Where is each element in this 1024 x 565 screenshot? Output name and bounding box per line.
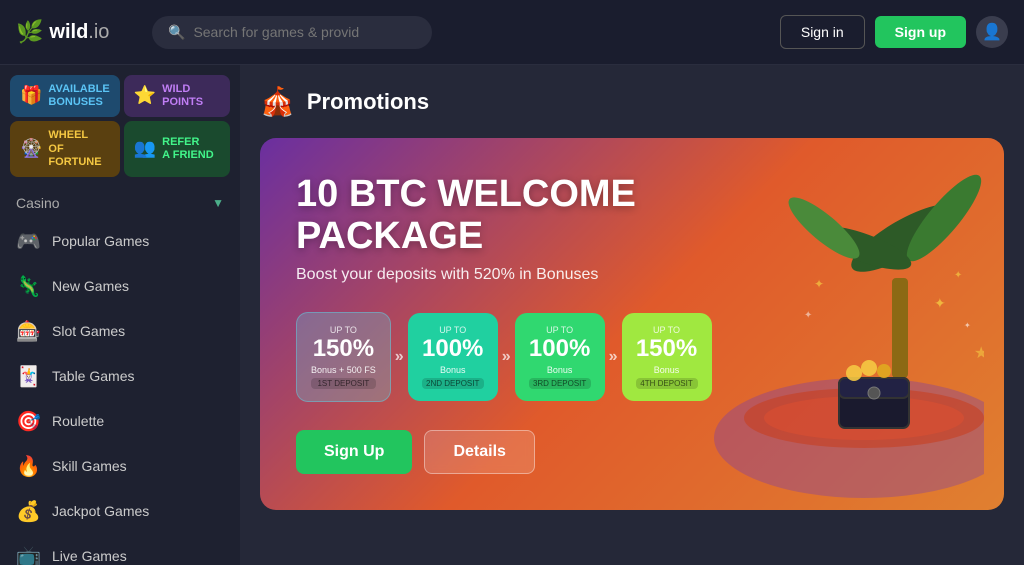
table-games-icon: 🃏 bbox=[16, 364, 40, 389]
header: 🌿 wild.io 🔍 Sign in Sign up 👤 bbox=[0, 0, 1024, 65]
sidebar-item-popular-games[interactable]: 🎮 Popular Games bbox=[0, 219, 240, 264]
deposit-step-4: UP TO 150% Bonus 4TH DEPOSIT bbox=[622, 313, 712, 401]
page-title: Promotions bbox=[307, 89, 429, 115]
promo-signup-button[interactable]: Sign Up bbox=[296, 430, 412, 474]
chevron-down-icon: ▼ bbox=[212, 196, 224, 210]
sidebar-item-new-games[interactable]: 🦎 New Games bbox=[0, 264, 240, 309]
page-title-row: 🎪 Promotions bbox=[260, 85, 1004, 118]
step-arrow-1: » bbox=[395, 348, 404, 366]
sidebar-item-skill-games[interactable]: 🔥 Skill Games bbox=[0, 444, 240, 489]
sidebar-item-label: Slot Games bbox=[52, 323, 125, 339]
search-input[interactable] bbox=[193, 24, 416, 40]
wheel-of-fortune-label: WHEELOF FORTUNE bbox=[48, 129, 109, 169]
deposit-steps: UP TO 150% Bonus + 500 FS 1ST DEPOSIT » … bbox=[296, 312, 968, 402]
step-3-upto: UP TO bbox=[529, 325, 591, 335]
sidebar-item-roulette[interactable]: 🎯 Roulette bbox=[0, 399, 240, 444]
signup-button[interactable]: Sign up bbox=[875, 16, 966, 48]
sidebar-item-label: Table Games bbox=[52, 368, 134, 384]
main-layout: 🎁 AVAILABLEBONUSES ⭐ WILDPOINTS 🎡 WHEELO… bbox=[0, 65, 1024, 565]
bonus-item-wheel-of-fortune[interactable]: 🎡 WHEELOF FORTUNE bbox=[10, 121, 120, 177]
sidebar-item-label: Roulette bbox=[52, 413, 104, 429]
step-1-percent: 150% bbox=[311, 335, 376, 363]
step-arrow-3: » bbox=[609, 348, 618, 366]
available-bonuses-icon: 🎁 bbox=[20, 85, 42, 107]
sidebar-item-label: Jackpot Games bbox=[52, 503, 149, 519]
sidebar-item-live-games[interactable]: 📺 Live Games bbox=[0, 534, 240, 565]
bonus-item-available-bonuses[interactable]: 🎁 AVAILABLEBONUSES bbox=[10, 75, 120, 117]
logo[interactable]: 🌿 wild.io bbox=[16, 19, 136, 45]
live-games-icon: 📺 bbox=[16, 544, 40, 565]
content-area: 🎪 Promotions bbox=[240, 65, 1024, 565]
step-2-sub: 2ND DEPOSIT bbox=[422, 378, 484, 389]
sidebar-item-label: New Games bbox=[52, 278, 129, 294]
promo-banner: ✦ ✦ ✦ ✦ ★ ✦ 10 BTC WELCOME PACKAGE Boost… bbox=[260, 138, 1004, 510]
deposit-step-1: UP TO 150% Bonus + 500 FS 1ST DEPOSIT bbox=[296, 312, 391, 402]
casino-section-label: Casino bbox=[16, 195, 60, 211]
step-3-sub: 3RD DEPOSIT bbox=[529, 378, 591, 389]
wheel-of-fortune-icon: 🎡 bbox=[20, 138, 42, 160]
deposit-step-3: UP TO 100% Bonus 3RD DEPOSIT bbox=[515, 313, 605, 401]
promo-subtitle: Boost your deposits with 520% in Bonuses bbox=[296, 266, 968, 284]
skill-games-icon: 🔥 bbox=[16, 454, 40, 479]
step-1-label: Bonus + 500 FS bbox=[311, 365, 376, 375]
refer-a-friend-icon: 👥 bbox=[134, 138, 156, 160]
promo-details-button[interactable]: Details bbox=[424, 430, 534, 474]
step-4-sub: 4TH DEPOSIT bbox=[636, 378, 698, 389]
step-4-percent: 150% bbox=[636, 335, 698, 363]
promotions-icon: 🎪 bbox=[260, 85, 295, 118]
available-bonuses-label: AVAILABLEBONUSES bbox=[48, 83, 109, 109]
step-3-percent: 100% bbox=[529, 335, 591, 363]
sidebar-item-jackpot-games[interactable]: 💰 Jackpot Games bbox=[0, 489, 240, 534]
step-2-percent: 100% bbox=[422, 335, 484, 363]
step-3-label: Bonus bbox=[529, 365, 591, 375]
sidebar-item-label: Skill Games bbox=[52, 458, 127, 474]
wild-points-label: WILDPOINTS bbox=[162, 83, 203, 109]
search-bar[interactable]: 🔍 bbox=[152, 16, 432, 49]
step-arrow-2: » bbox=[502, 348, 511, 366]
step-1-upto: UP TO bbox=[311, 325, 376, 335]
step-4-label: Bonus bbox=[636, 365, 698, 375]
sidebar-item-slot-games[interactable]: 🎰 Slot Games bbox=[0, 309, 240, 354]
header-right: Sign in Sign up 👤 bbox=[780, 15, 1008, 49]
step-2-upto: UP TO bbox=[422, 325, 484, 335]
step-4-upto: UP TO bbox=[636, 325, 698, 335]
roulette-icon: 🎯 bbox=[16, 409, 40, 434]
popular-games-icon: 🎮 bbox=[16, 229, 40, 254]
logo-icon: 🌿 bbox=[16, 19, 43, 45]
casino-section-header[interactable]: Casino ▼ bbox=[0, 183, 240, 219]
sidebar-item-table-games[interactable]: 🃏 Table Games bbox=[0, 354, 240, 399]
jackpot-games-icon: 💰 bbox=[16, 499, 40, 524]
wild-points-icon: ⭐ bbox=[134, 85, 156, 107]
bonus-grid: 🎁 AVAILABLEBONUSES ⭐ WILDPOINTS 🎡 WHEELO… bbox=[0, 65, 240, 183]
sidebar-nav: 🎮 Popular Games 🦎 New Games 🎰 Slot Games… bbox=[0, 219, 240, 565]
sidebar: 🎁 AVAILABLEBONUSES ⭐ WILDPOINTS 🎡 WHEELO… bbox=[0, 65, 240, 565]
step-1-sub: 1ST DEPOSIT bbox=[311, 378, 376, 389]
sidebar-item-label: Live Games bbox=[52, 548, 127, 564]
promo-ctas: Sign Up Details bbox=[296, 430, 968, 474]
logo-text: wild.io bbox=[49, 21, 109, 44]
slot-games-icon: 🎰 bbox=[16, 319, 40, 344]
bonus-item-wild-points[interactable]: ⭐ WILDPOINTS bbox=[124, 75, 230, 117]
bonus-item-refer-a-friend[interactable]: 👥 REFERA FRIEND bbox=[124, 121, 230, 177]
signin-button[interactable]: Sign in bbox=[780, 15, 865, 49]
avatar[interactable]: 👤 bbox=[976, 16, 1008, 48]
new-games-icon: 🦎 bbox=[16, 274, 40, 299]
svg-text:✦: ✦ bbox=[934, 295, 946, 311]
search-icon: 🔍 bbox=[168, 24, 185, 41]
deposit-step-2: UP TO 100% Bonus 2ND DEPOSIT bbox=[408, 313, 498, 401]
step-2-label: Bonus bbox=[422, 365, 484, 375]
svg-text:★: ★ bbox=[974, 345, 984, 362]
refer-a-friend-label: REFERA FRIEND bbox=[162, 136, 214, 162]
sidebar-item-label: Popular Games bbox=[52, 233, 149, 249]
promo-title: 10 BTC WELCOME PACKAGE bbox=[296, 174, 796, 258]
